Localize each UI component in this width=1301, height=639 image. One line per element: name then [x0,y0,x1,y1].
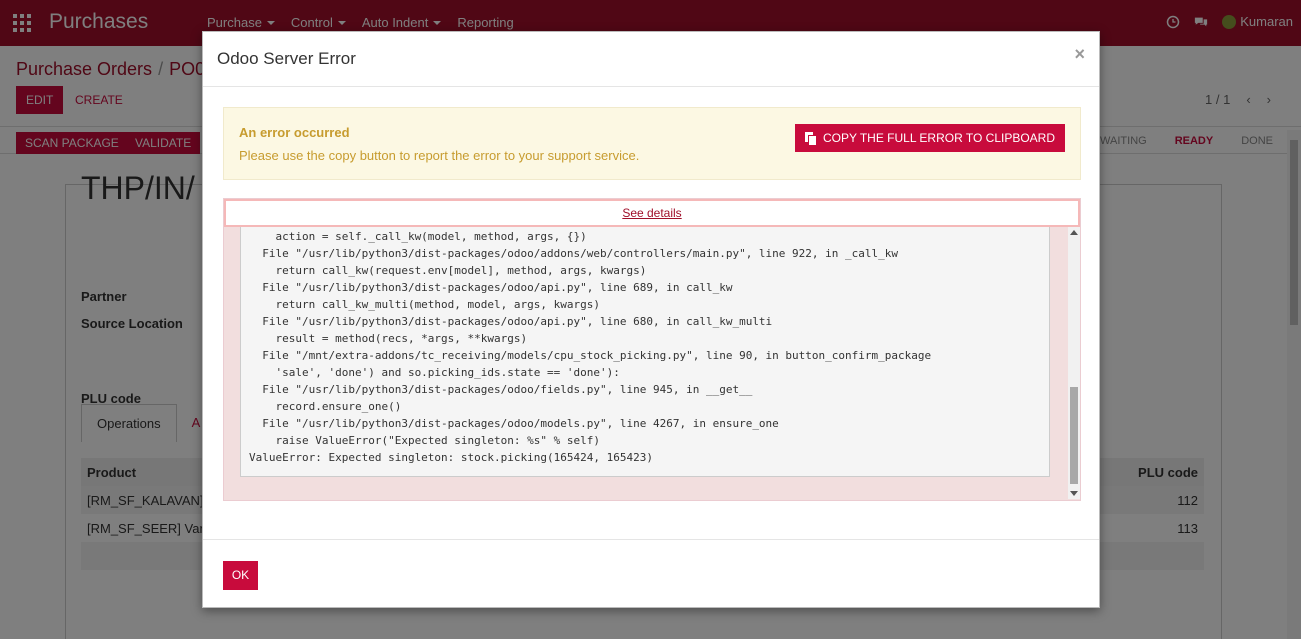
copy-error-label: COPY THE FULL ERROR TO CLIPBOARD [822,131,1055,145]
error-alert: An error occurred Please use the copy bu… [223,107,1081,180]
dialog-title: Odoo Server Error [217,49,356,68]
scroll-down-arrow-icon[interactable] [1070,491,1078,496]
error-details: See details action = self._call_kw(model… [223,198,1081,501]
dialog-header: Odoo Server Error × [203,32,1099,87]
error-dialog: Odoo Server Error × An error occurred Pl… [202,31,1100,608]
scroll-up-arrow-icon[interactable] [1070,230,1078,235]
ok-button[interactable]: OK [223,561,258,590]
alert-message: Please use the copy button to report the… [239,148,640,163]
copy-error-button[interactable]: COPY THE FULL ERROR TO CLIPBOARD [794,124,1065,152]
alert-title: An error occurred [239,125,350,140]
close-icon[interactable]: × [1074,44,1085,65]
dialog-footer: OK [203,539,1099,607]
clipboard-icon [804,132,817,146]
see-details-link[interactable]: See details [622,206,681,220]
scrollbar-thumb[interactable] [1070,387,1078,484]
traceback-text: action = self._call_kw(model, method, ar… [240,227,1050,477]
traceback-scrollbar[interactable] [1068,227,1080,499]
see-details-toggle[interactable]: See details [224,199,1080,227]
